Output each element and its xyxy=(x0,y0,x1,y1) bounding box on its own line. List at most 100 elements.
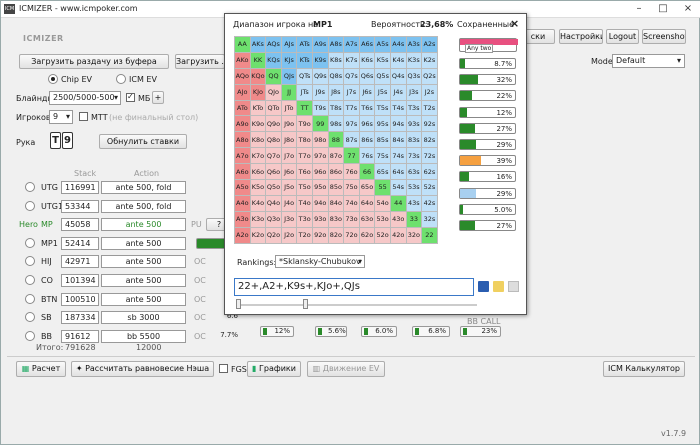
close-window-icon[interactable]: × xyxy=(676,1,700,17)
hand-cell[interactable]: 83s xyxy=(405,131,423,149)
hand-cell[interactable]: AA xyxy=(234,36,251,53)
action-field[interactable]: ante 500, fold xyxy=(101,181,186,194)
hand-cell[interactable]: 82o xyxy=(327,226,345,244)
hand-cell[interactable]: AKo xyxy=(234,51,251,69)
hand-cell[interactable]: 53s xyxy=(405,179,423,196)
players-count-select[interactable]: 9 ▾ xyxy=(49,110,73,124)
rankings-select[interactable]: *Sklansky-Chubukov ▾ xyxy=(275,255,365,268)
icm-ev-radio[interactable] xyxy=(116,74,126,84)
hand-cell[interactable]: 62s xyxy=(421,163,438,181)
stack-input[interactable]: 45058 xyxy=(61,218,99,232)
stack-input[interactable]: 100510 xyxy=(61,292,99,306)
range-pct-1[interactable]: 12% xyxy=(260,326,294,337)
hand-cell[interactable]: 55 xyxy=(374,179,391,196)
hand-cell[interactable]: JTo xyxy=(280,99,298,117)
hand-cell[interactable]: T2o xyxy=(296,226,313,244)
action-field[interactable]: ante 500 xyxy=(101,218,186,232)
hand-cell[interactable]: Q9s xyxy=(311,67,329,85)
hand-cell[interactable]: 77 xyxy=(343,147,360,165)
action-field[interactable]: ante 500, fold xyxy=(101,199,186,213)
hand-cell[interactable]: A3o xyxy=(234,210,251,228)
player-radio[interactable] xyxy=(25,330,35,341)
hand-cell[interactable]: 86o xyxy=(327,163,345,181)
hand-cell[interactable]: AKs xyxy=(249,36,267,53)
fgs-checkbox[interactable] xyxy=(219,364,228,373)
hand-cell[interactable]: ATo xyxy=(234,99,251,117)
hand-cell[interactable]: Q6s xyxy=(358,67,376,85)
hand-cell[interactable]: A2o xyxy=(234,226,251,244)
hand-cell[interactable]: 74o xyxy=(343,194,360,212)
any-two-bar[interactable]: Any two xyxy=(459,38,518,53)
player-radio[interactable] xyxy=(25,237,35,248)
hand-cell[interactable]: T7s xyxy=(343,99,360,117)
hand-cell[interactable]: A5s xyxy=(374,36,391,53)
hand-cell[interactable]: AQo xyxy=(234,67,251,85)
hand-cell[interactable]: A4s xyxy=(389,36,407,53)
hand-cell[interactable]: AJs xyxy=(280,36,298,53)
add-blind-button[interactable]: + xyxy=(152,91,164,104)
stack-input[interactable]: 101394 xyxy=(61,274,99,287)
hand-cell[interactable]: 99 xyxy=(311,115,329,133)
hand-cell[interactable]: J8s xyxy=(327,83,345,101)
hand-cell[interactable]: 96s xyxy=(358,115,376,133)
hand-card-1[interactable]: T xyxy=(50,132,61,149)
hand-cell[interactable]: Q4s xyxy=(389,67,407,85)
hand-cell[interactable]: Q5s xyxy=(374,67,391,85)
mtt-checkbox[interactable] xyxy=(79,112,88,121)
load-file-button[interactable]: Загрузить ... xyxy=(175,54,225,69)
hand-cell[interactable]: 64s xyxy=(389,163,407,181)
hand-cell[interactable]: 95s xyxy=(374,115,391,133)
hand-cell[interactable]: KJs xyxy=(280,51,298,69)
hand-cell[interactable]: T8o xyxy=(296,131,313,149)
range-bar[interactable] xyxy=(196,237,226,249)
hand-cell[interactable]: ATs xyxy=(296,36,313,53)
hand-cell[interactable]: T4s xyxy=(389,99,407,117)
hand-cell[interactable]: 43s xyxy=(405,194,423,212)
hand-cell[interactable]: T6s xyxy=(358,99,376,117)
saved-range-bar[interactable]: 12% xyxy=(459,106,516,118)
stack-input[interactable]: 52414 xyxy=(61,236,99,250)
player-radio[interactable] xyxy=(25,275,35,285)
hand-cell[interactable]: K8s xyxy=(327,51,345,69)
hand-cell[interactable]: K6o xyxy=(249,163,267,181)
action-field[interactable]: ante 500 xyxy=(101,255,186,269)
hand-cell[interactable]: J7s xyxy=(343,83,360,101)
hand-cell[interactable]: KK xyxy=(249,51,267,69)
hand-cell[interactable]: T8s xyxy=(327,99,345,117)
mb-checkbox[interactable]: ✓ xyxy=(126,92,135,102)
hand-cell[interactable]: A8s xyxy=(327,36,345,53)
hand-cell[interactable]: 98o xyxy=(311,131,329,149)
saved-range-bar[interactable]: 8.7% xyxy=(459,58,516,69)
saved-range-bar[interactable]: 29% xyxy=(459,187,516,199)
stack-input[interactable]: 53344 xyxy=(61,199,99,213)
model-select[interactable]: Default ▾ xyxy=(612,54,685,68)
player-radio[interactable] xyxy=(25,312,35,323)
copy-range-icon[interactable] xyxy=(508,281,519,292)
range-pct-2[interactable]: 5.6% xyxy=(315,326,347,337)
hand-cell[interactable]: KQo xyxy=(249,67,267,85)
hand-cell[interactable]: 52o xyxy=(374,226,391,244)
calculate-button[interactable]: ▦ Расчет xyxy=(16,361,66,377)
hand-cell[interactable]: 44 xyxy=(389,194,407,212)
hand-cell[interactable]: 43o xyxy=(389,210,407,228)
hand-cell[interactable]: Q2o xyxy=(265,226,282,244)
hand-cell[interactable]: T2s xyxy=(421,99,438,117)
player-radio[interactable] xyxy=(25,200,35,211)
settings-button[interactable]: Настройки xyxy=(559,29,603,44)
maximize-icon[interactable]: □ xyxy=(651,1,675,17)
player-radio[interactable] xyxy=(25,293,35,304)
hand-cell[interactable]: K6s xyxy=(358,51,376,69)
hand-cell[interactable]: A8o xyxy=(234,131,251,149)
hand-cell[interactable]: J9o xyxy=(280,115,298,133)
hand-cell[interactable]: 84o xyxy=(327,194,345,212)
hand-cell[interactable]: 33 xyxy=(405,210,423,228)
hand-cell[interactable]: J5o xyxy=(280,179,298,196)
hand-cell[interactable]: 64o xyxy=(358,194,376,212)
action-field[interactable]: sb 3000 xyxy=(101,311,186,325)
hand-cell[interactable]: 42s xyxy=(421,194,438,212)
hand-cell[interactable]: A9o xyxy=(234,115,251,133)
hand-cell[interactable]: K7o xyxy=(249,147,267,165)
saved-range-bar[interactable]: 39% xyxy=(459,155,516,167)
hand-cell[interactable]: KQs xyxy=(265,51,282,69)
range-slider-track[interactable] xyxy=(237,304,477,306)
